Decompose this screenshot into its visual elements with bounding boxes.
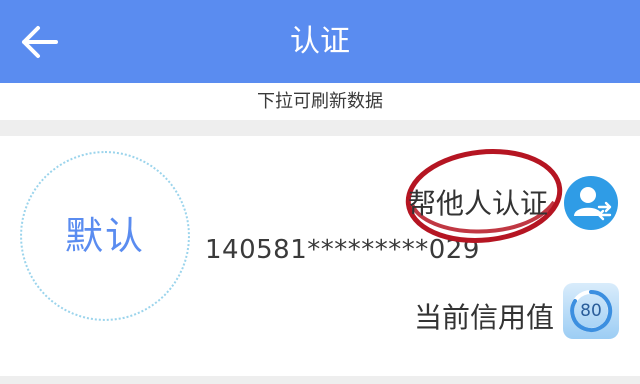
credit-score-icon[interactable]: 80	[563, 283, 619, 339]
header-bar: 认证	[0, 0, 640, 83]
help-others-auth-button[interactable]: 帮他人认证	[404, 142, 640, 246]
user-switch-icon	[564, 176, 618, 230]
certification-card: 默认 140581*********029 帮他人认证 当前信用值 80	[0, 136, 640, 376]
credit-score: 80	[580, 301, 602, 321]
page-title: 认证	[290, 24, 350, 59]
refresh-hint-bar: 下拉可刷新数据	[0, 83, 640, 120]
refresh-hint: 下拉可刷新数据	[257, 91, 383, 112]
help-others-auth-label: 帮他人认证	[408, 187, 549, 220]
default-label: 默认	[64, 214, 145, 258]
credit-value-label: 当前信用值	[414, 301, 555, 334]
default-badge: 默认	[20, 151, 190, 321]
